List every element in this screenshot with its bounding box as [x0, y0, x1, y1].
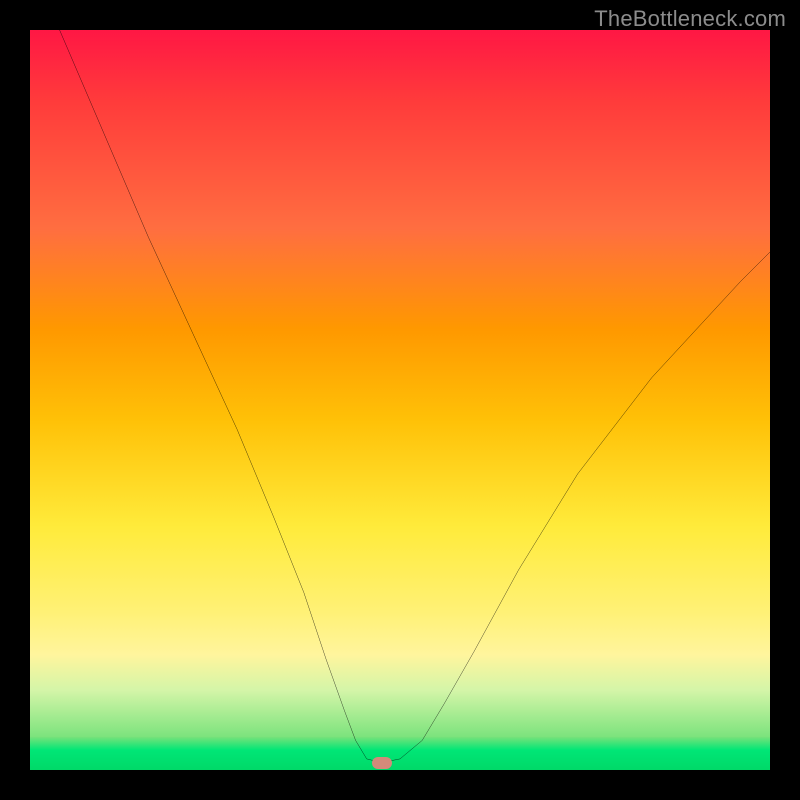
- optimal-point-marker: [372, 757, 392, 769]
- plot-area: [30, 30, 770, 770]
- bottleneck-curve: [30, 30, 770, 770]
- chart-frame: TheBottleneck.com: [0, 0, 800, 800]
- watermark-text: TheBottleneck.com: [594, 6, 786, 32]
